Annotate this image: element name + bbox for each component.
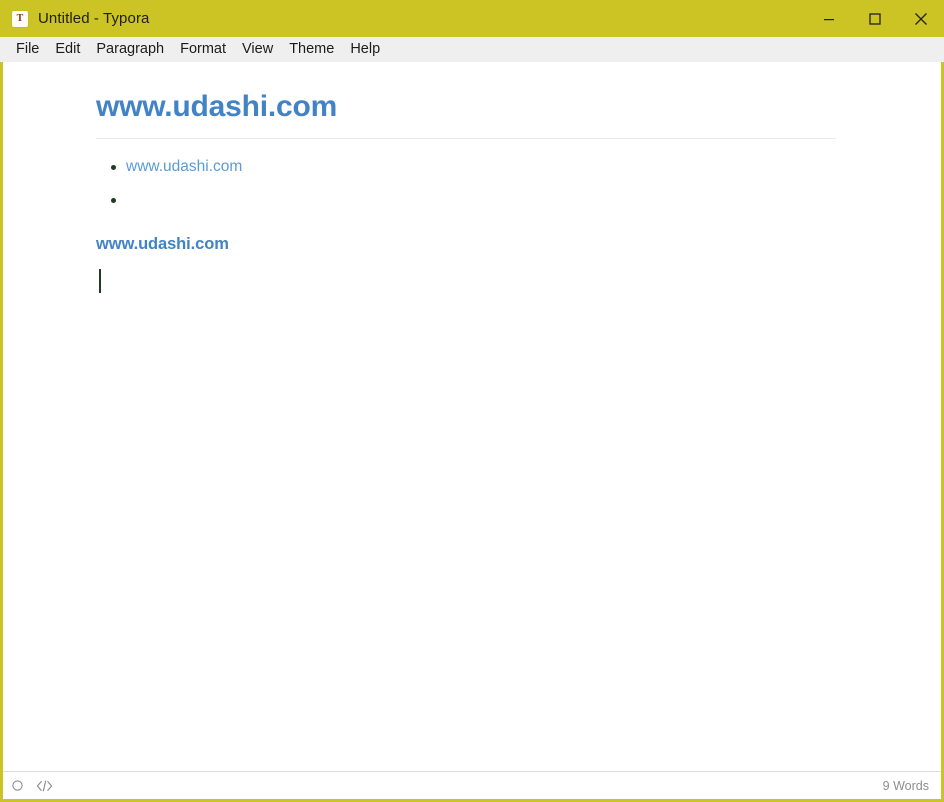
- menu-item-paragraph[interactable]: Paragraph: [88, 37, 172, 62]
- title-bar[interactable]: T Untitled - Typora: [0, 0, 944, 37]
- document-paragraph[interactable]: www.udashi.com: [96, 218, 836, 256]
- menu-item-help[interactable]: Help: [342, 37, 388, 62]
- status-bar-icons: [12, 780, 53, 792]
- paragraph-link[interactable]: www.udashi.com: [96, 235, 229, 253]
- menu-item-edit[interactable]: Edit: [47, 37, 88, 62]
- word-count-label[interactable]: 9 Words: [883, 779, 929, 793]
- text-cursor: [99, 268, 101, 293]
- editor-area[interactable]: www.udashi.com www.udashi.com www.udashi…: [3, 62, 941, 771]
- app-icon-letter: T: [16, 12, 24, 24]
- maximize-button[interactable]: [852, 0, 898, 37]
- menu-item-file[interactable]: File: [8, 37, 47, 62]
- typora-t-icon: T: [12, 10, 28, 27]
- list-item[interactable]: www.udashi.com: [96, 156, 836, 178]
- menu-item-theme[interactable]: Theme: [281, 37, 342, 62]
- list-item[interactable]: [96, 189, 836, 207]
- minimize-icon: [824, 18, 834, 20]
- bullet-list[interactable]: www.udashi.com: [96, 139, 836, 207]
- minimize-button[interactable]: [806, 0, 852, 37]
- source-code-icon[interactable]: [36, 780, 53, 792]
- document-heading[interactable]: www.udashi.com: [96, 63, 836, 125]
- list-item-link[interactable]: www.udashi.com: [126, 158, 242, 175]
- empty-paragraph-line[interactable]: [96, 266, 836, 296]
- menu-item-format[interactable]: Format: [172, 37, 234, 62]
- status-bar: 9 Words: [3, 771, 941, 799]
- close-icon: [915, 12, 927, 25]
- typora-window: T Untitled - Typora File Edit Paragraph …: [0, 0, 944, 802]
- focus-mode-icon[interactable]: [12, 780, 23, 791]
- window-title: Untitled - Typora: [38, 10, 150, 27]
- window-controls: [806, 0, 944, 37]
- close-button[interactable]: [898, 0, 944, 37]
- menu-bar: File Edit Paragraph Format View Theme He…: [0, 37, 944, 62]
- menu-item-view[interactable]: View: [234, 37, 281, 62]
- maximize-icon: [869, 12, 881, 25]
